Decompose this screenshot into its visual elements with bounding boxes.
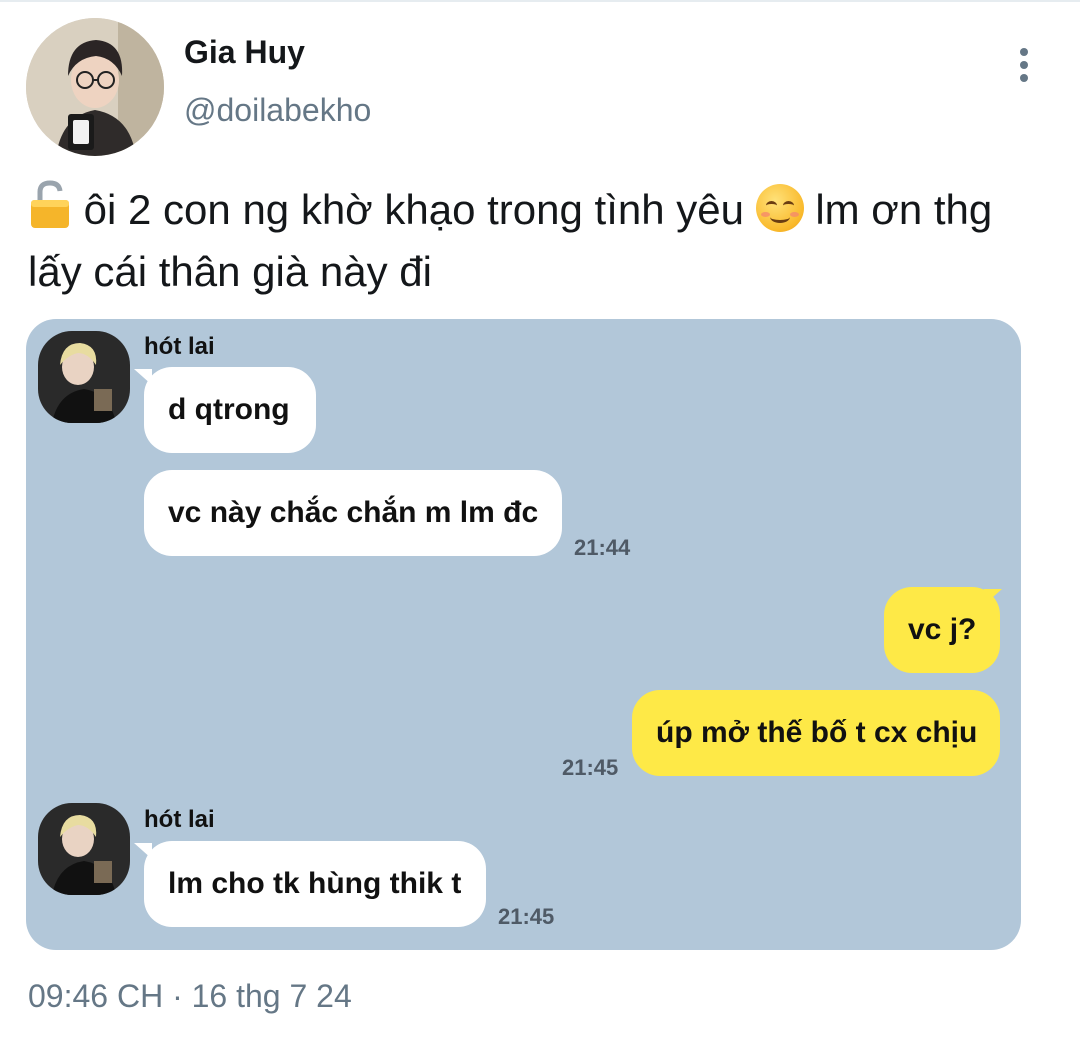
unlock-emoji-icon [28,180,72,244]
more-dot [1020,74,1028,82]
author-handle[interactable]: @doilabekho [184,92,371,129]
chat-bubble-incoming: d qtrong [144,367,316,453]
author-avatar[interactable] [26,18,164,156]
tweet-text: ôi 2 con ng khờ khạo trong tình yêu lm ơ… [28,180,1048,300]
chat-screenshot-image[interactable]: hót lai d qtrong vc này chắc chắn m lm đ… [26,319,1021,950]
message-time: 21:44 [574,535,631,560]
top-divider [0,0,1080,2]
chat-sender-name: hót lai [144,333,215,360]
chat-avatar [38,803,130,895]
chat-avatar [38,331,130,423]
more-dot [1020,61,1028,69]
chat-bubble-incoming: vc này chắc chắn m lm đc [144,470,562,556]
smiling-face-emoji-icon [755,184,804,232]
message-time: 21:45 [562,755,619,780]
author-name[interactable]: Gia Huy [184,34,305,71]
chat-bubble-outgoing: vc j? [884,587,1000,673]
chat-bubble-outgoing: úp mở thế bố t cx chịu [632,690,1000,776]
tweet-timestamp[interactable]: 09:46 CH · 16 thg 7 24 [28,978,352,1015]
chat-bubble-incoming: lm cho tk hùng thik t [144,841,486,927]
more-options-button[interactable] [1006,40,1042,90]
message-time: 21:45 [498,904,555,929]
chat-sender-name: hót lai [144,806,215,833]
tweet-text-part1: ôi 2 con ng khờ khạo trong tình yêu [72,186,756,233]
profile-photo-icon [26,18,164,156]
more-vertical-icon [1020,48,1028,56]
